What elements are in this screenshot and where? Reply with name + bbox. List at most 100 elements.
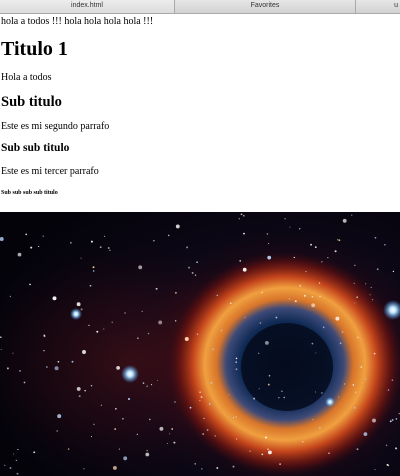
star <box>92 266 95 269</box>
star <box>16 472 19 475</box>
star <box>216 294 219 297</box>
star <box>278 397 280 399</box>
star <box>210 381 213 384</box>
star <box>395 418 398 420</box>
star <box>13 453 15 455</box>
star <box>240 213 243 216</box>
star <box>354 264 356 266</box>
star <box>279 463 281 465</box>
star <box>258 352 260 354</box>
star <box>370 286 372 289</box>
paragraph-1: Hola a todos <box>1 72 52 83</box>
tab-favorites[interactable]: Favorites <box>175 0 356 13</box>
star <box>199 391 201 394</box>
star <box>168 433 171 435</box>
star <box>124 312 126 314</box>
star <box>12 352 14 354</box>
tab-partial[interactable]: u <box>356 0 400 13</box>
star <box>191 271 194 274</box>
star <box>302 441 304 443</box>
star <box>90 240 93 243</box>
browser-tab-bar: index.html Favorites u <box>0 0 400 14</box>
star <box>352 384 355 386</box>
star <box>128 398 130 400</box>
star <box>71 360 74 363</box>
star <box>372 418 376 423</box>
star <box>15 459 17 461</box>
star <box>235 361 238 363</box>
star <box>376 268 379 271</box>
star <box>334 250 337 253</box>
star <box>354 391 357 394</box>
star <box>76 386 81 391</box>
star <box>122 417 124 420</box>
star <box>196 261 198 264</box>
star <box>386 463 389 466</box>
star <box>175 224 180 229</box>
star <box>356 296 358 298</box>
star <box>228 394 230 396</box>
star <box>258 388 260 390</box>
star <box>118 448 121 450</box>
star <box>216 467 219 469</box>
star <box>153 240 155 242</box>
star <box>148 418 151 421</box>
star <box>171 428 174 430</box>
star <box>203 417 205 420</box>
star <box>109 249 111 252</box>
star <box>360 366 363 368</box>
star <box>267 255 272 260</box>
star <box>54 366 59 371</box>
star <box>281 390 283 393</box>
star <box>369 294 371 296</box>
bright-star <box>121 365 139 383</box>
star <box>311 342 314 345</box>
star <box>138 265 143 270</box>
star <box>374 236 377 239</box>
star <box>93 423 95 426</box>
star <box>159 426 164 431</box>
star <box>220 329 223 332</box>
star <box>57 360 60 363</box>
star <box>70 241 72 244</box>
star <box>56 430 58 432</box>
helix-nebula-image <box>0 212 400 476</box>
star <box>137 337 139 339</box>
star <box>267 450 272 455</box>
star <box>96 330 99 333</box>
star <box>43 334 46 337</box>
star <box>372 299 374 301</box>
star <box>264 340 269 345</box>
tab-index-html[interactable]: index.html <box>0 0 175 13</box>
star <box>268 374 271 377</box>
star <box>201 468 203 470</box>
star <box>230 302 232 305</box>
bright-star <box>325 397 335 407</box>
star <box>283 396 285 399</box>
star <box>0 348 2 351</box>
star <box>339 342 342 345</box>
star <box>17 252 22 257</box>
star <box>235 438 238 440</box>
star <box>294 300 297 303</box>
star <box>338 239 341 242</box>
star <box>0 336 2 338</box>
star <box>365 283 367 285</box>
star <box>351 214 353 216</box>
star <box>194 463 196 465</box>
star <box>42 235 44 237</box>
star <box>312 419 314 421</box>
star <box>392 270 395 273</box>
star <box>395 447 398 450</box>
star <box>202 433 205 436</box>
star <box>136 433 138 435</box>
intro-text: hola a todos !!! hola hola hola hola !!! <box>1 16 154 27</box>
star <box>357 336 359 338</box>
star <box>112 465 117 470</box>
star <box>314 391 316 393</box>
star <box>29 283 31 286</box>
small-heading: Sub sub sub sub titulo <box>1 190 58 196</box>
star <box>235 357 238 360</box>
star <box>374 469 376 471</box>
star <box>116 365 121 370</box>
